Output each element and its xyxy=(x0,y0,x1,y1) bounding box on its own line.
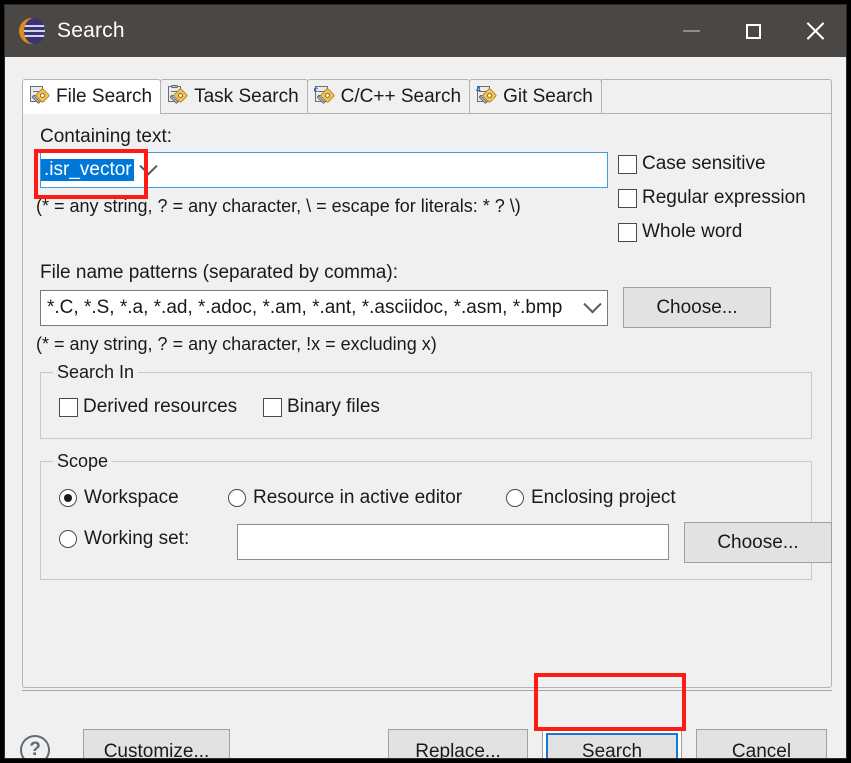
scope-group: Scope Workspace Resource in active edito… xyxy=(40,451,832,580)
search-in-group: Search In Derived resources Binary files xyxy=(40,362,812,439)
help-icon[interactable]: ? xyxy=(20,735,50,759)
replace-button[interactable]: Replace... xyxy=(388,729,528,758)
maximize-button[interactable] xyxy=(722,5,784,57)
tab-task-search-label: Task Search xyxy=(194,86,299,107)
radio-dot[interactable] xyxy=(59,489,77,507)
help-glyph: ? xyxy=(29,739,41,759)
tab-strip-filler xyxy=(600,79,832,114)
checkbox-regular-expression[interactable]: Regular expression xyxy=(618,187,806,209)
maximize-icon xyxy=(745,23,761,39)
task-search-icon xyxy=(167,85,189,108)
file-name-patterns-label: File name patterns (separated by comma): xyxy=(40,262,398,283)
checkbox-whole-word-label: Whole word xyxy=(642,221,743,242)
radio-dot[interactable] xyxy=(59,530,77,548)
title-bar: Search xyxy=(5,5,846,57)
radio-enclosing-project[interactable]: Enclosing project xyxy=(506,487,676,509)
search-tab-folder: File Search Task Search c C/C++ Search 4… xyxy=(22,79,832,114)
tab-file-search[interactable]: File Search xyxy=(22,79,162,114)
footer-separator xyxy=(22,690,832,691)
file-name-patterns-combo[interactable]: *.C, *.S, *.a, *.ad, *.adoc, *.am, *.ant… xyxy=(40,290,608,326)
checkbox-case-sensitive[interactable]: Case sensitive xyxy=(618,153,766,175)
file-name-patterns-value[interactable]: *.C, *.S, *.a, *.ad, *.adoc, *.am, *.ant… xyxy=(41,297,577,319)
eclipse-icon xyxy=(19,18,45,44)
containing-text-label: Containing text: xyxy=(40,126,173,147)
checkbox-binary-files[interactable]: Binary files xyxy=(263,396,380,418)
checkbox-binary-files-label: Binary files xyxy=(287,396,380,417)
checkbox-case-sensitive-label: Case sensitive xyxy=(642,153,766,174)
search-dialog-window: Search File Search Task Search c C/C++ S… xyxy=(4,4,847,759)
tab-git-search[interactable]: 4 Git Search xyxy=(469,79,602,114)
checkbox-derived-resources[interactable]: Derived resources xyxy=(59,396,237,418)
window-controls xyxy=(660,5,846,57)
working-set-input[interactable] xyxy=(237,524,669,560)
radio-dot[interactable] xyxy=(228,489,246,507)
scope-group-title: Scope xyxy=(53,451,113,472)
tab-cpp-search-label: C/C++ Search xyxy=(340,86,462,107)
working-set-value xyxy=(238,525,668,532)
checkbox-box[interactable] xyxy=(263,397,282,417)
tab-cpp-search[interactable]: c C/C++ Search xyxy=(306,79,471,114)
checkbox-derived-resources-label: Derived resources xyxy=(83,396,238,417)
checkbox-regular-expression-label: Regular expression xyxy=(642,187,806,208)
radio-workspace-label: Workspace xyxy=(84,487,179,508)
file-search-page: Containing text: .isr_vector (* = any st… xyxy=(22,113,832,688)
cancel-button[interactable]: Cancel xyxy=(696,729,827,758)
radio-resource-in-active-editor-label: Resource in active editor xyxy=(253,487,463,508)
tab-file-search-label: File Search xyxy=(56,86,153,107)
radio-dot[interactable] xyxy=(506,489,524,507)
close-icon xyxy=(805,21,825,41)
file-search-icon xyxy=(29,86,51,108)
minimize-icon xyxy=(682,30,700,32)
checkbox-whole-word[interactable]: Whole word xyxy=(618,221,742,243)
chevron-down-icon[interactable] xyxy=(134,156,164,177)
git-search-icon: 4 xyxy=(476,86,498,108)
patterns-choose-button[interactable]: Choose... xyxy=(623,287,771,328)
working-set-choose-button[interactable]: Choose... xyxy=(684,522,832,563)
file-name-patterns-hint: (* = any string, ? = any character, !x =… xyxy=(36,334,437,354)
dialog-body: File Search Task Search c C/C++ Search 4… xyxy=(5,57,846,758)
radio-working-set-label: Working set: xyxy=(84,528,190,549)
radio-resource-in-active-editor[interactable]: Resource in active editor xyxy=(228,487,462,509)
window-title: Search xyxy=(57,19,125,42)
radio-working-set[interactable]: Working set: xyxy=(59,528,189,550)
customize-button[interactable]: Customize... xyxy=(83,729,230,758)
minimize-button[interactable] xyxy=(660,5,722,57)
containing-text-combo[interactable]: .isr_vector xyxy=(40,152,608,188)
checkbox-box[interactable] xyxy=(59,397,78,417)
checkbox-box[interactable] xyxy=(618,154,637,174)
containing-text-value[interactable]: .isr_vector xyxy=(41,159,134,181)
checkbox-box[interactable] xyxy=(618,188,637,208)
tab-task-search[interactable]: Task Search xyxy=(160,79,308,114)
radio-enclosing-project-label: Enclosing project xyxy=(531,487,676,508)
containing-text-hint: (* = any string, ? = any character, \ = … xyxy=(36,196,521,216)
cpp-search-icon: c xyxy=(314,86,336,108)
radio-workspace[interactable]: Workspace xyxy=(59,487,179,509)
search-button[interactable]: Search xyxy=(542,729,682,758)
search-in-group-title: Search In xyxy=(53,362,139,383)
close-button[interactable] xyxy=(784,5,846,57)
tab-strip: File Search Task Search c C/C++ Search 4… xyxy=(22,79,832,114)
tab-git-search-label: Git Search xyxy=(503,86,593,107)
checkbox-box[interactable] xyxy=(618,222,637,242)
chevron-down-icon[interactable] xyxy=(577,294,607,315)
